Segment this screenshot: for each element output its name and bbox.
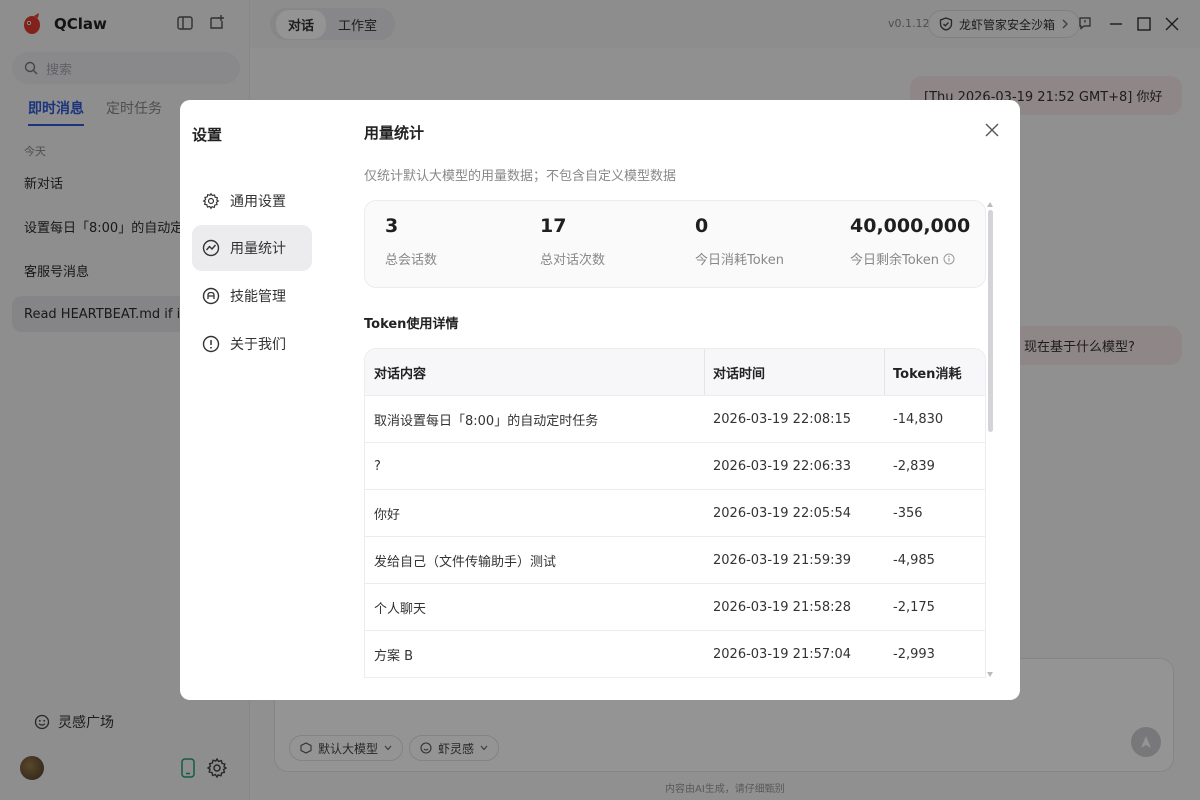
menu-item-label: 技能管理 xyxy=(230,289,286,305)
menu-item-label: 用量统计 xyxy=(230,241,286,257)
menu-item-usage-stats[interactable]: 用量统计 xyxy=(192,225,312,271)
cell-time: 2026-03-19 21:58:28 xyxy=(713,599,852,615)
cell-content: 你好 xyxy=(374,507,401,523)
table-row: 发给自己（文件传输助手）测试 2026-03-19 21:59:39 -4,98… xyxy=(365,537,985,584)
settings-modal: 设置 通用设置 用量统计 技能管理 关于我们 用量统计 仅统计默认大模型的用量数… xyxy=(180,100,1020,700)
cell-tokens: -4,985 xyxy=(893,552,935,568)
cell-tokens: -2,993 xyxy=(893,646,935,662)
usage-summary-card: 3 总会话数 17 总对话次数 0 今日消耗Token 40,000,000 今… xyxy=(364,200,986,288)
column-header-tokens: Token消耗 xyxy=(893,366,962,382)
scrollbar-thumb[interactable] xyxy=(988,210,993,432)
table-row: 个人聊天 2026-03-19 21:58:28 -2,175 xyxy=(365,584,985,631)
skill-icon xyxy=(202,287,220,305)
token-usage-table: 对话内容 对话时间 Token消耗 取消设置每日「8:00」的自动定时任务 20… xyxy=(364,348,986,678)
stat-label: 总对话次数 xyxy=(540,253,606,268)
menu-item-skill-management[interactable]: 技能管理 xyxy=(192,273,312,319)
info-icon[interactable] xyxy=(943,253,955,265)
table-row: ? 2026-03-19 22:06:33 -2,839 xyxy=(365,443,985,490)
chart-icon xyxy=(202,239,220,257)
close-modal-button[interactable] xyxy=(980,118,1004,142)
table-row: 方案 B 2026-03-19 21:57:04 -2,993 xyxy=(365,631,985,677)
scroll-down-arrow[interactable] xyxy=(987,672,993,677)
cell-tokens: -14,830 xyxy=(893,411,944,427)
usage-title: 用量统计 xyxy=(364,124,425,142)
close-icon xyxy=(985,123,999,137)
cell-time: 2026-03-19 22:06:33 xyxy=(713,458,852,474)
info-icon xyxy=(202,335,220,353)
table-row: 你好 2026-03-19 22:05:54 -356 xyxy=(365,490,985,537)
stat-value: 17 xyxy=(540,215,567,237)
cell-content: 个人聊天 xyxy=(374,601,427,617)
cell-tokens: -2,839 xyxy=(893,458,935,474)
usage-subtitle: 仅统计默认大模型的用量数据；不包含自定义模型数据 xyxy=(364,169,677,184)
menu-item-general-settings[interactable]: 通用设置 xyxy=(192,178,312,224)
stat-today-remaining-token: 40,000,000 今日剩余Token xyxy=(850,215,970,268)
stat-value: 0 xyxy=(695,215,709,237)
cell-content: 取消设置每日「8:00」的自动定时任务 xyxy=(374,413,599,429)
gear-icon xyxy=(202,192,220,210)
cell-tokens: -356 xyxy=(893,505,923,521)
stat-today-used-token: 0 今日消耗Token xyxy=(695,215,784,268)
menu-item-about-us[interactable]: 关于我们 xyxy=(192,321,312,367)
cell-content: 发给自己（文件传输助手）测试 xyxy=(374,554,557,570)
column-header-time: 对话时间 xyxy=(705,349,885,395)
cell-content: ? xyxy=(374,458,381,474)
menu-item-label: 通用设置 xyxy=(230,194,286,210)
table-header: 对话内容 对话时间 Token消耗 xyxy=(365,349,985,396)
cell-time: 2026-03-19 21:57:04 xyxy=(713,646,852,662)
scroll-up-arrow[interactable] xyxy=(987,202,993,207)
stat-label: 今日剩余Token xyxy=(850,253,939,268)
cell-time: 2026-03-19 21:59:39 xyxy=(713,552,852,568)
stat-value: 40,000,000 xyxy=(850,215,971,237)
stat-total-dialogs: 17 总对话次数 xyxy=(540,215,605,268)
stat-label: 今日消耗Token xyxy=(695,253,784,268)
table-row: 取消设置每日「8:00」的自动定时任务 2026-03-19 22:08:15 … xyxy=(365,396,985,443)
stat-value: 3 xyxy=(385,215,399,237)
cell-time: 2026-03-19 22:08:15 xyxy=(713,411,852,427)
stat-label: 总会话数 xyxy=(385,253,438,268)
menu-item-label: 关于我们 xyxy=(230,337,286,353)
cell-tokens: -2,175 xyxy=(893,599,935,615)
cell-content: 方案 B xyxy=(374,648,414,664)
column-header-content: 对话内容 xyxy=(365,349,705,395)
settings-title: 设置 xyxy=(192,126,223,144)
stat-total-sessions: 3 总会话数 xyxy=(385,215,437,268)
token-detail-title: Token使用详情 xyxy=(364,317,459,332)
cell-time: 2026-03-19 22:05:54 xyxy=(713,505,852,521)
